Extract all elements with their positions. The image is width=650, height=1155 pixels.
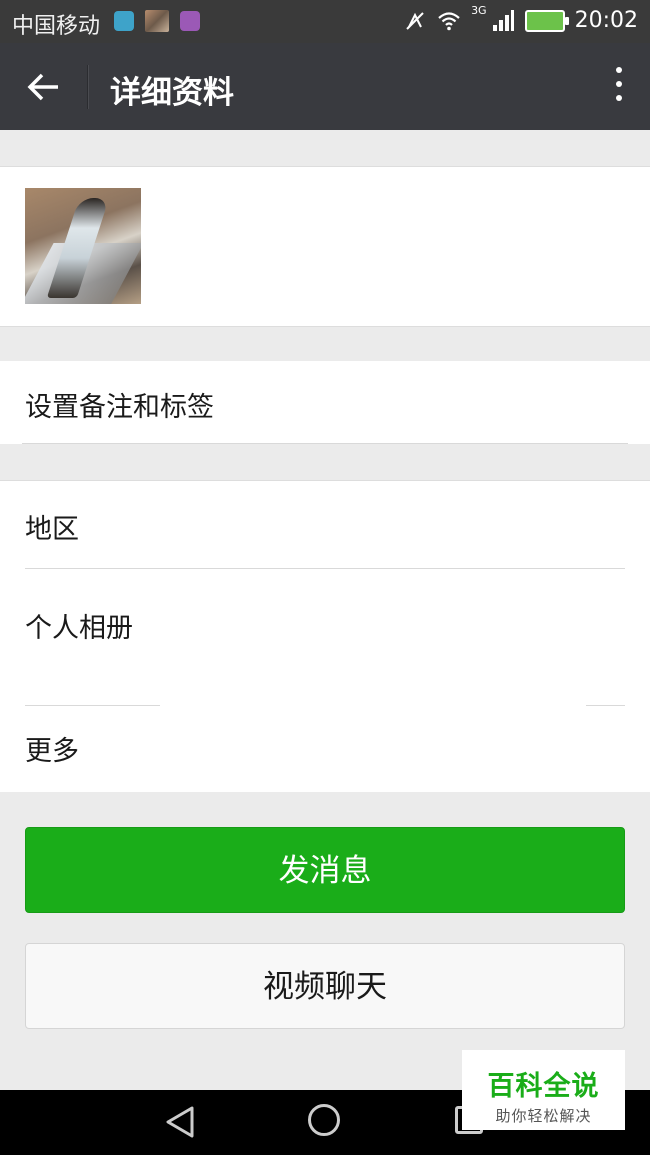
message-app-icon (114, 11, 134, 31)
info-section: 地区 个人相册 更多 (0, 480, 650, 792)
region-label: 地区 (25, 514, 79, 545)
gallery-icon (180, 11, 200, 31)
signal-icon (492, 9, 514, 31)
nav-home-icon[interactable] (308, 1104, 340, 1136)
arrow-left-icon[interactable] (24, 67, 64, 107)
watermark-main: 百科全说 (487, 1071, 600, 1102)
status-bar: 中国移动 3G 20:02 (0, 0, 650, 43)
carrier-label: 中国移动 (12, 14, 101, 39)
profile-card (0, 166, 650, 327)
mute-icon (406, 11, 424, 30)
album-label: 个人相册 (25, 613, 133, 644)
video-chat-button[interactable]: 视频聊天 (25, 943, 625, 1029)
nav-back-icon[interactable] (162, 1104, 198, 1140)
header-bar: 详细资料 (0, 43, 650, 130)
album-row[interactable]: 个人相册 (0, 568, 650, 705)
avatar[interactable] (25, 188, 141, 304)
page-title: 详细资料 (110, 75, 234, 111)
remark-row[interactable]: 设置备注和标签 (0, 361, 650, 444)
clock: 20:02 (574, 8, 638, 33)
status-right: 3G 20:02 (403, 4, 638, 33)
remark-label: 设置备注和标签 (25, 392, 214, 423)
region-row[interactable]: 地区 (0, 481, 650, 568)
send-message-button[interactable]: 发消息 (25, 827, 625, 913)
watermark-sub: 助你轻松解决 (495, 1107, 592, 1125)
wifi-icon (438, 11, 460, 30)
battery-charging-icon (524, 9, 569, 32)
more-vertical-icon[interactable] (614, 67, 624, 107)
divider (22, 443, 628, 444)
header-divider (87, 65, 89, 109)
network-type-label: 3G (471, 4, 487, 17)
photo-thumbnail-icon (145, 10, 169, 32)
watermark-logo: 百科全说 助你轻松解决 (462, 1050, 625, 1130)
more-label: 更多 (25, 736, 79, 767)
more-row[interactable]: 更多 (0, 705, 650, 792)
